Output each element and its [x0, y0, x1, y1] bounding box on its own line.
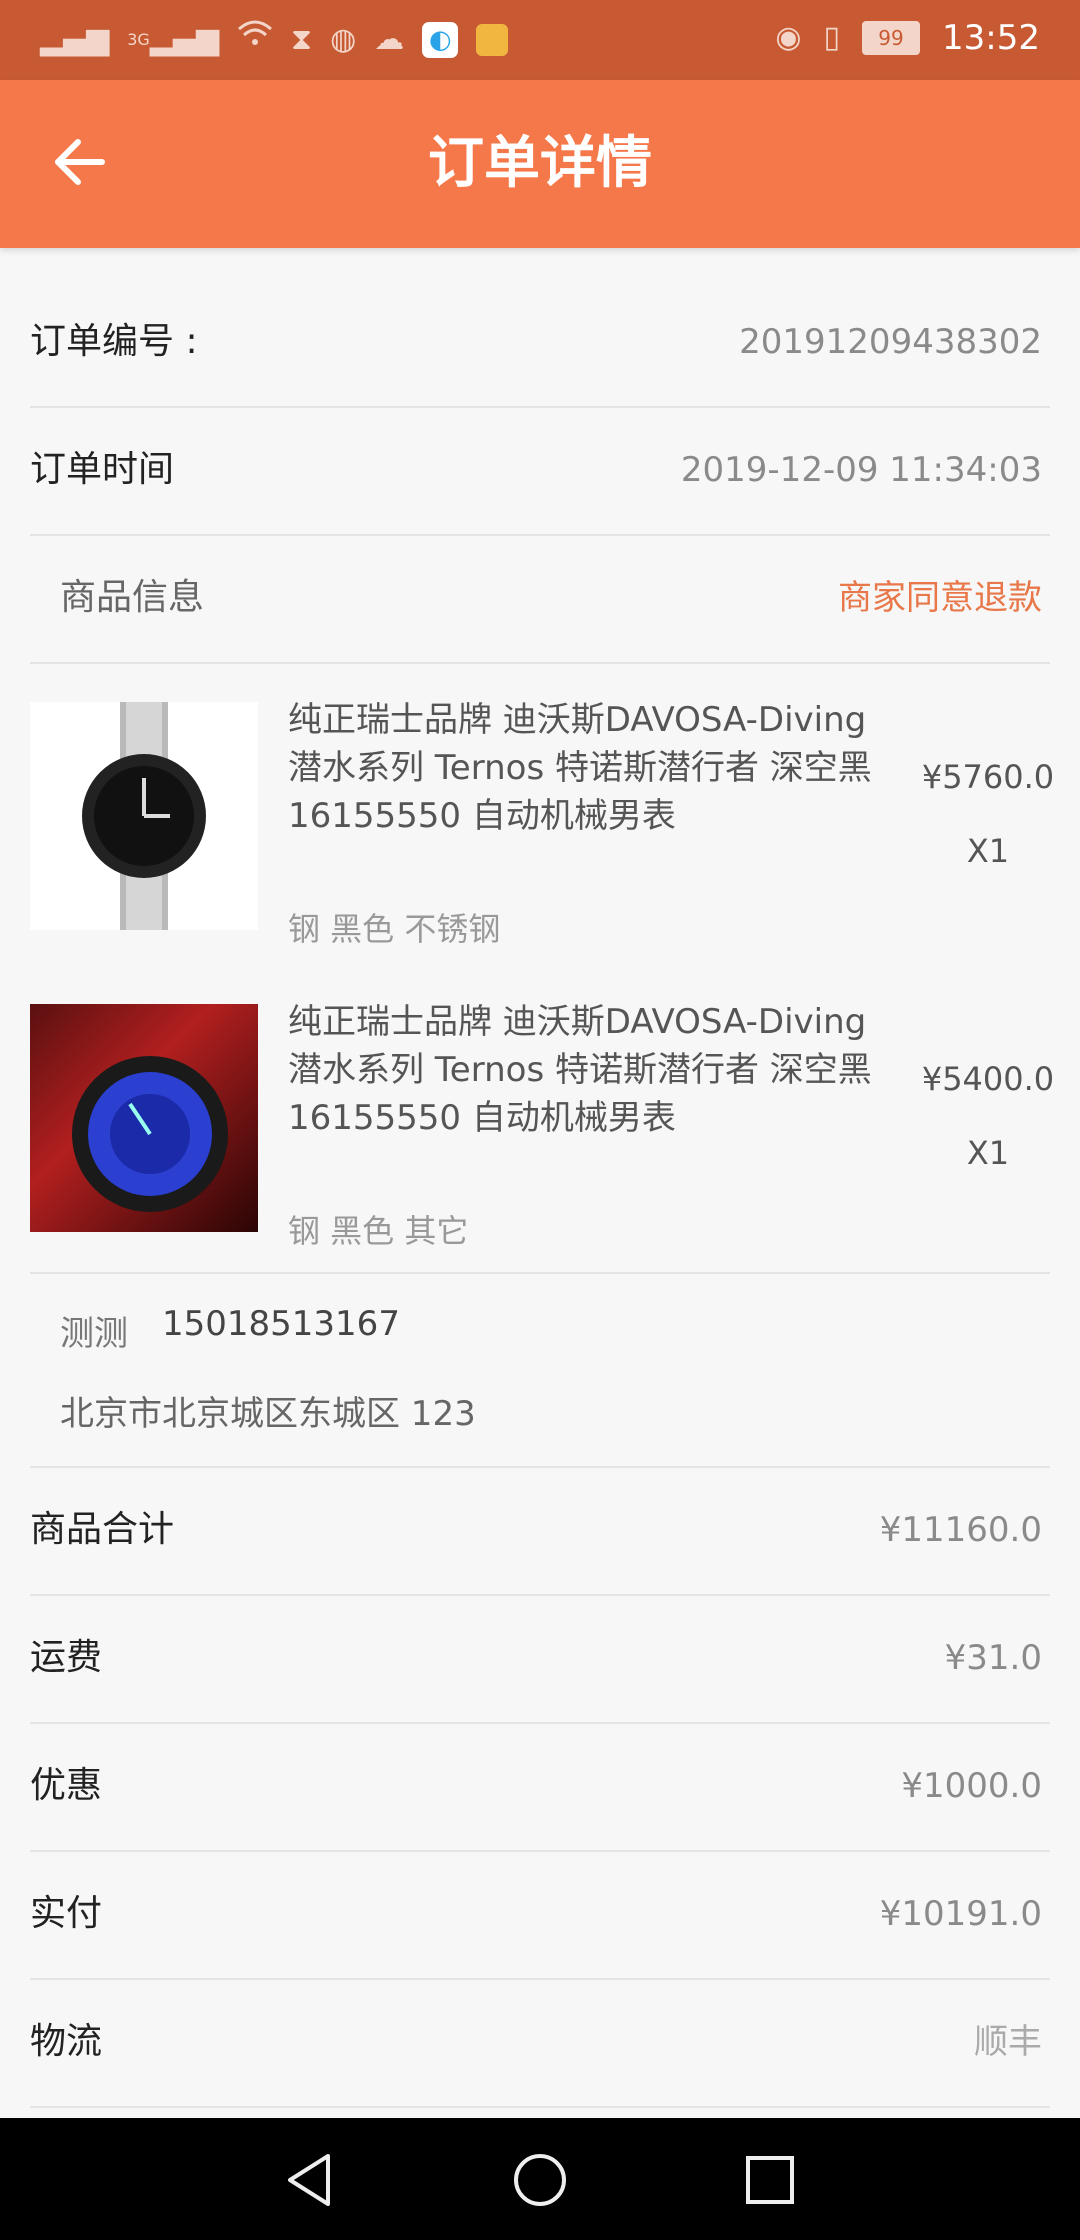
product-item[interactable]: 纯正瑞士品牌 迪沃斯DAVOSA-Diving 潜水系列 Ternos 特诺斯潜…: [30, 984, 1060, 1284]
watch-icon: [82, 702, 206, 930]
battery-icon: 99: [862, 21, 921, 55]
order-time-row: 订单时间 2019-12-09 11:34:03: [30, 406, 1050, 536]
paid-label: 实付: [30, 1893, 103, 1934]
subtotal-value: ¥11160.0: [879, 1510, 1042, 1550]
product-spec: 钢 黑色 其它: [288, 1212, 469, 1250]
subtotal-row: 商品合计 ¥11160.0: [30, 1466, 1050, 1596]
shipping-address: 测测 15018513167 北京市北京城区东城区 123: [30, 1272, 1050, 1468]
discount-value: ¥1000.0: [901, 1766, 1042, 1806]
globe-icon: ◍: [330, 22, 357, 57]
product-name: 纯正瑞士品牌 迪沃斯DAVOSA-Diving 潜水系列 Ternos 特诺斯潜…: [288, 700, 872, 836]
status-right-icons: ◉ ▯ 99 13:52: [775, 16, 1040, 60]
app-header: 订单详情: [0, 80, 1080, 248]
paid-row: 实付 ¥10191.0: [30, 1850, 1050, 1980]
order-time-value: 2019-12-09 11:34:03: [680, 450, 1042, 490]
order-status-badge: 商家同意退款: [838, 578, 1042, 618]
order-number-value: 20191209438302: [739, 322, 1042, 362]
network-type: 3G: [127, 30, 150, 49]
status-bar: ▂▄▆ 3G▂▄▆ ⧗ ◍ ☁ ◐ ◉ ▯ 99 13:52: [0, 0, 1080, 80]
logistics-label: 物流: [30, 2021, 103, 2062]
cloud-icon: ☁: [374, 22, 405, 57]
goods-section-header: 商品信息 商家同意退款: [30, 534, 1050, 664]
paid-value: ¥10191.0: [879, 1894, 1042, 1934]
product-quantity: X1: [966, 1134, 1010, 1172]
product-image: [30, 702, 258, 930]
nav-home-button[interactable]: [508, 2148, 572, 2212]
order-number-row: 订单编号 : 20191209438302: [30, 278, 1050, 408]
discount-row: 优惠 ¥1000.0: [30, 1722, 1050, 1852]
arrow-left-icon: [55, 139, 105, 185]
product-name: 纯正瑞士品牌 迪沃斯DAVOSA-Diving 潜水系列 Ternos 特诺斯潜…: [288, 1002, 872, 1138]
signal-3g-icon: 3G▂▄▆: [127, 22, 220, 57]
shipping-fee-value: ¥31.0: [944, 1638, 1042, 1678]
app-browser-icon: ◐: [422, 22, 459, 58]
nav-recents-button[interactable]: [738, 2148, 802, 2212]
signal-icon: ▂▄▆: [40, 22, 110, 57]
order-number-label: 订单编号 :: [30, 321, 198, 362]
address-line: 北京市北京城区东城区 123: [60, 1394, 476, 1434]
wifi-icon: [237, 18, 273, 62]
page-title: 订单详情: [428, 131, 652, 196]
product-spec: 钢 黑色 不锈钢: [288, 910, 501, 948]
eye-icon: ◉: [775, 20, 802, 55]
order-time-label: 订单时间: [30, 449, 175, 490]
status-left-icons: ▂▄▆ 3G▂▄▆ ⧗ ◍ ☁ ◐: [40, 18, 509, 62]
recipient-name: 测测: [60, 1314, 128, 1354]
product-price: ¥5400.0: [921, 1060, 1055, 1098]
logistics-value: 顺丰: [974, 2022, 1042, 2062]
nav-home-icon: [514, 2154, 566, 2206]
nav-back-button[interactable]: [278, 2148, 342, 2212]
app-notification-icon: [476, 24, 509, 56]
system-navigation-bar: [0, 2118, 1080, 2240]
watch-icon: [72, 1056, 228, 1212]
back-button[interactable]: [50, 132, 110, 192]
subtotal-label: 商品合计: [30, 1509, 175, 1550]
vibrate-icon: ▯: [823, 20, 841, 55]
recipient-phone: 15018513167: [162, 1304, 400, 1344]
product-item[interactable]: 纯正瑞士品牌 迪沃斯DAVOSA-Diving 潜水系列 Ternos 特诺斯潜…: [30, 682, 1060, 982]
hourglass-icon: ⧗: [291, 22, 313, 57]
nav-recents-icon: [746, 2156, 794, 2204]
product-price: ¥5760.0: [921, 758, 1055, 796]
shipping-fee-row: 运费 ¥31.0: [30, 1594, 1050, 1724]
shipping-fee-label: 运费: [30, 1637, 103, 1678]
product-image: [30, 1004, 258, 1232]
status-time: 13:52: [942, 18, 1040, 58]
battery-level: 99: [878, 26, 904, 50]
logistics-row[interactable]: 物流 顺丰: [30, 1978, 1050, 2108]
discount-label: 优惠: [30, 1765, 103, 1806]
goods-section-label: 商品信息: [60, 577, 205, 618]
product-quantity: X1: [966, 832, 1010, 870]
nav-back-icon: [288, 2154, 330, 2206]
